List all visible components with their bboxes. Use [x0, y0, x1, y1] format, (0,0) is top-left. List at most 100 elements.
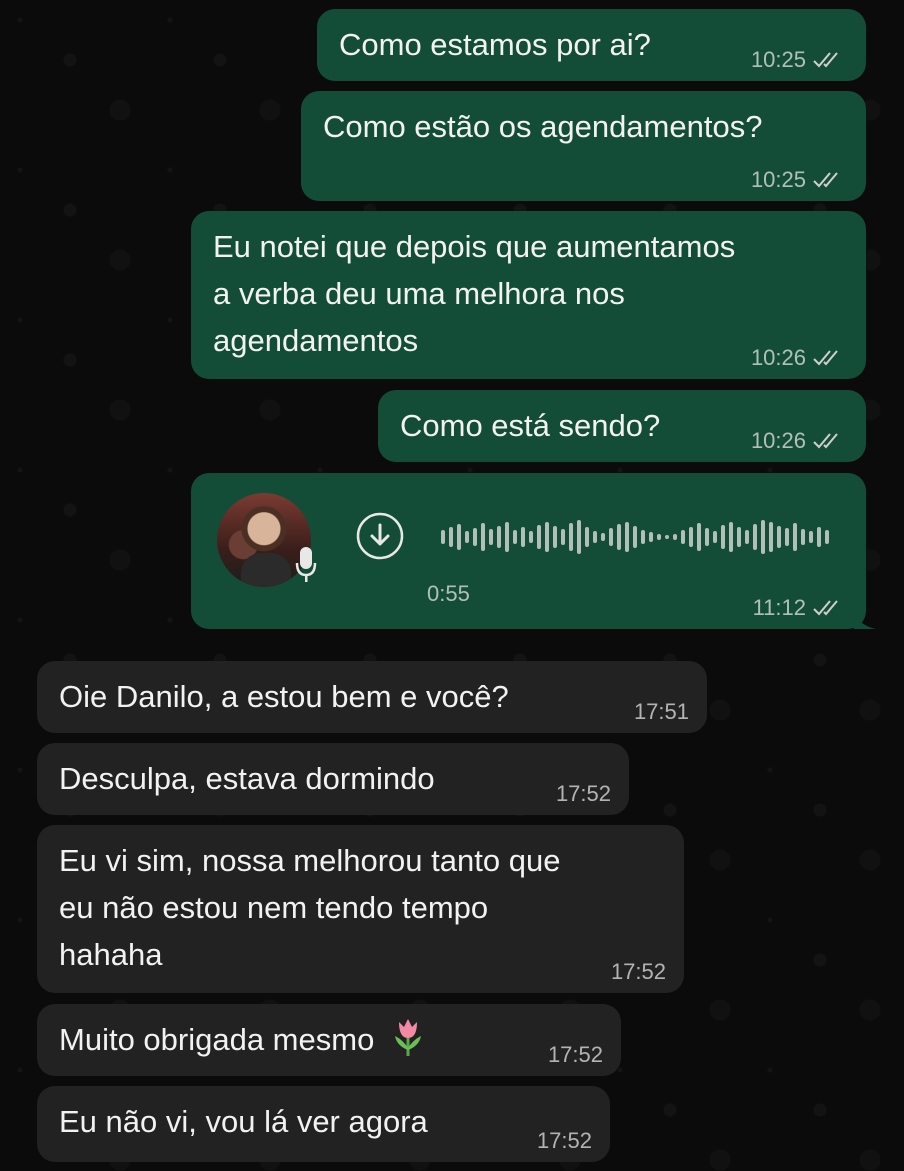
waveform-bar: [513, 530, 517, 544]
waveform-bar: [793, 523, 797, 551]
message-time: 17:52: [610, 959, 666, 984]
waveform-bar: [457, 524, 461, 550]
message-text: Eu não vi, vou lá ver agora: [59, 1104, 428, 1139]
outgoing-message[interactable]: Como estamos por ai? 10:25: [317, 9, 866, 81]
message-time: 17:52: [555, 781, 611, 806]
incoming-message[interactable]: Oie Danilo, a estou bem e você? 17:51: [37, 661, 707, 733]
bubble-tail: [854, 611, 876, 629]
tulip-emoji-icon: [394, 1019, 421, 1056]
waveform-bar: [713, 531, 717, 543]
waveform-bar: [673, 534, 677, 540]
waveform-bar: [817, 527, 821, 547]
outgoing-message[interactable]: Como está sendo? 10:26: [378, 390, 866, 462]
audio-message[interactable]: 0:55 11:12: [191, 473, 876, 629]
outgoing-message[interactable]: Eu notei que depois que aumentamos a ver…: [191, 211, 866, 379]
waveform-bar: [809, 531, 813, 543]
waveform-bar: [641, 530, 645, 544]
waveform-bar: [825, 530, 829, 544]
read-ticks-icon: [812, 170, 846, 190]
message-text: Muito obrigada mesmo: [59, 1022, 375, 1057]
waveform-bar: [633, 526, 637, 548]
message-meta: 10:25: [751, 49, 846, 71]
waveform-bar: [585, 527, 589, 547]
message-line: agendamentos: [213, 323, 419, 358]
message-text: Oie Danilo, a estou bem e você?: [59, 679, 509, 714]
message-time: 17:52: [547, 1042, 603, 1067]
waveform-bar: [705, 528, 709, 546]
message-time: 17:52: [536, 1128, 592, 1153]
message-meta: 17:52: [548, 1044, 603, 1066]
waveform-bar: [721, 525, 725, 549]
download-icon[interactable]: [355, 511, 405, 561]
message-time: 11:12: [752, 595, 806, 620]
waveform-bar: [697, 523, 701, 551]
waveform-bar: [737, 527, 741, 547]
waveform-bar: [529, 531, 533, 543]
waveform-bar: [481, 523, 485, 551]
message-text: Como está sendo?: [400, 408, 661, 443]
incoming-message[interactable]: Desculpa, estava dormindo 17:52: [37, 743, 629, 815]
waveform-bar: [761, 520, 765, 554]
audio-duration: 0:55: [427, 581, 470, 606]
incoming-message[interactable]: Eu vi sim, nossa melhorou tanto que eu n…: [37, 825, 684, 993]
message-time: 10:25: [750, 47, 806, 72]
waveform-bar: [777, 526, 781, 548]
waveform-bar: [785, 528, 789, 546]
waveform-bar: [441, 530, 445, 544]
message-time: 10:25: [750, 167, 806, 192]
message-text: Como estamos por ai?: [339, 27, 651, 62]
message-time: 17:51: [633, 699, 689, 724]
waveform-bar: [449, 527, 453, 547]
waveform-bar: [489, 529, 493, 545]
waveform-bar: [569, 523, 573, 551]
waveform-bar: [689, 527, 693, 547]
waveform-bar: [753, 524, 757, 550]
waveform-bar: [649, 532, 653, 542]
waveform-bar: [537, 525, 541, 549]
message-meta: 10:25: [751, 169, 846, 191]
waveform-bar: [505, 522, 509, 552]
waveform-bar: [657, 534, 661, 540]
waveform-bar: [601, 533, 605, 541]
waveform-bar: [745, 530, 749, 544]
incoming-message[interactable]: Eu não vi, vou lá ver agora 17:52: [37, 1086, 610, 1162]
message-text: Desculpa, estava dormindo: [59, 761, 435, 796]
message-time: 10:26: [750, 345, 806, 370]
message-line: Eu vi sim, nossa melhorou tanto que: [59, 843, 561, 878]
read-ticks-icon: [812, 598, 846, 618]
message-meta: 11:12: [753, 597, 846, 619]
message-time: 10:26: [750, 428, 806, 453]
waveform-bar: [545, 522, 549, 552]
read-ticks-icon: [812, 431, 846, 451]
read-ticks-icon: [812, 50, 846, 70]
read-ticks-icon: [812, 348, 846, 368]
waveform-bar: [553, 526, 557, 548]
mic-icon: [295, 547, 317, 582]
incoming-message[interactable]: Muito obrigada mesmo 17:52: [37, 1004, 621, 1076]
message-meta: 17:51: [634, 701, 689, 723]
audio-waveform[interactable]: [441, 517, 829, 557]
message-meta: 17:52: [537, 1130, 592, 1152]
waveform-bar: [681, 530, 685, 544]
message-line: a verba deu uma melhora nos: [213, 276, 625, 311]
waveform-bar: [769, 522, 773, 552]
waveform-bar: [729, 522, 733, 552]
waveform-bar: [609, 528, 613, 546]
waveform-bar: [561, 529, 565, 545]
waveform-bar: [625, 522, 629, 552]
outgoing-message[interactable]: Como estão os agendamentos? 10:25: [301, 91, 866, 201]
message-meta: 10:26: [751, 430, 846, 452]
message-line: hahaha: [59, 937, 163, 972]
waveform-bar: [593, 531, 597, 543]
message-meta: 17:52: [556, 783, 611, 805]
message-line: eu não estou nem tendo tempo: [59, 890, 489, 925]
waveform-bar: [801, 529, 805, 545]
waveform-bar: [473, 528, 477, 546]
message-meta: 10:26: [751, 347, 846, 369]
waveform-bar: [617, 524, 621, 550]
message-text: Como estão os agendamentos?: [323, 109, 763, 144]
waveform-bar: [665, 535, 669, 539]
waveform-bar: [577, 520, 581, 554]
message-line: Eu notei que depois que aumentamos: [213, 229, 736, 264]
waveform-bar: [521, 527, 525, 547]
